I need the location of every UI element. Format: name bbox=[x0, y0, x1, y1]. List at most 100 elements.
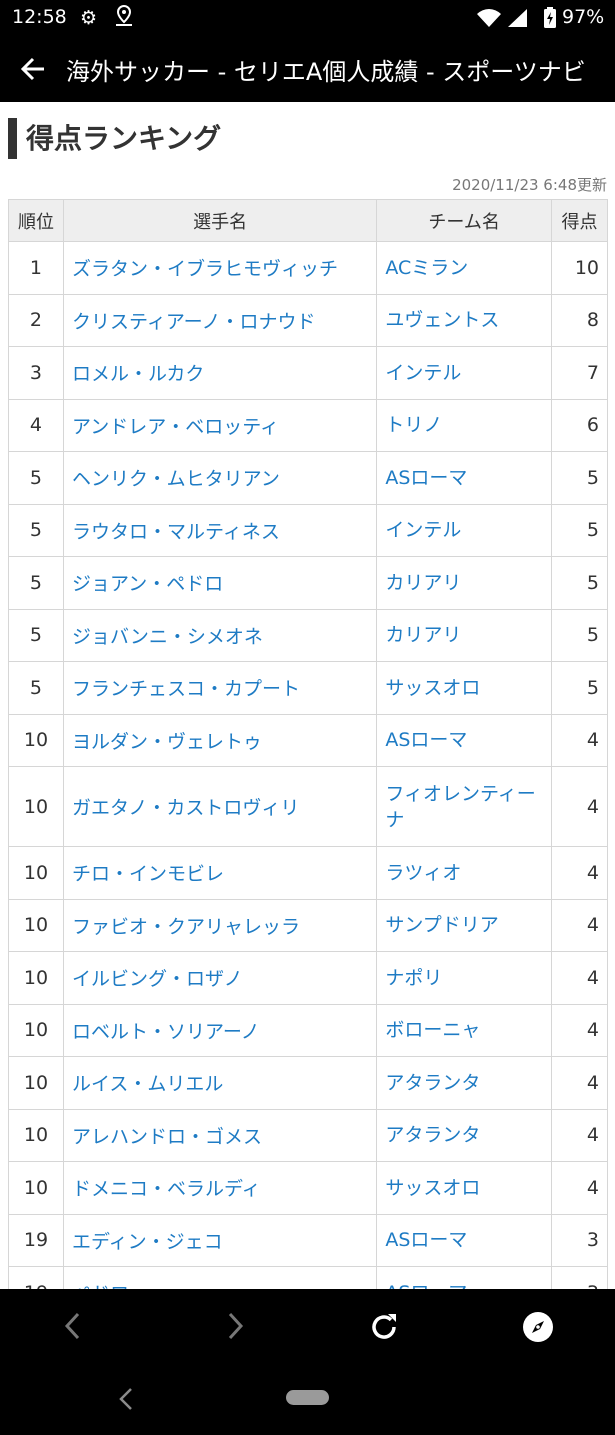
player-link[interactable]: ラウタロ・マルティネス bbox=[62, 503, 378, 557]
rank-cell: 3 bbox=[8, 346, 64, 400]
table-row: 4 アンドレア・ベロッティ トリノ 6 bbox=[8, 398, 608, 452]
rank-cell: 10 bbox=[8, 898, 64, 952]
forward-arrow-icon[interactable] bbox=[222, 1311, 248, 1345]
table-row: 10 アレハンドロ・ゴメス アタランタ 4 bbox=[8, 1108, 608, 1162]
team-link[interactable]: ACミラン bbox=[376, 241, 552, 295]
team-link[interactable]: ボローニャ bbox=[376, 1003, 552, 1057]
status-bar: 12:58 ⚙ 97% bbox=[0, 0, 615, 36]
goals-cell: 4 bbox=[551, 1108, 608, 1162]
player-link[interactable]: ルイス・ムリエル bbox=[62, 1056, 378, 1110]
team-link[interactable]: カリアリ bbox=[376, 608, 552, 662]
table-row: 19 ペドロ ASローマ 3 bbox=[8, 1266, 608, 1289]
gear-icon: ⚙ bbox=[80, 7, 98, 29]
team-link[interactable]: トリノ bbox=[376, 398, 552, 452]
goals-cell: 4 bbox=[551, 846, 608, 900]
team-link[interactable]: ASローマ bbox=[376, 451, 552, 505]
table-row: 5 フランチェスコ・カプート サッスオロ 5 bbox=[8, 661, 608, 715]
team-link[interactable]: ASローマ bbox=[376, 1266, 552, 1289]
heading-accent-bar bbox=[8, 118, 17, 159]
team-link[interactable]: インテル bbox=[376, 503, 552, 557]
table-row: 10 ガエタノ・カストロヴィリ フィオレンティーナ 4 bbox=[8, 766, 608, 847]
player-link[interactable]: ペドロ bbox=[62, 1266, 378, 1289]
table-row: 10 ファビオ・クアリャレッラ サンプドリア 4 bbox=[8, 898, 608, 952]
team-link[interactable]: サンプドリア bbox=[376, 898, 552, 952]
location-icon bbox=[114, 4, 134, 31]
player-link[interactable]: ヨルダン・ヴェレトゥ bbox=[62, 713, 378, 767]
app-bar: 海外サッカー - セリエA個人成績 - スポーツナビ bbox=[0, 36, 615, 102]
team-link[interactable]: サッスオロ bbox=[376, 1161, 552, 1215]
goals-cell: 8 bbox=[551, 293, 608, 347]
player-link[interactable]: フランチェスコ・カプート bbox=[62, 661, 378, 715]
rank-cell: 5 bbox=[8, 608, 64, 662]
team-link[interactable]: ASローマ bbox=[376, 1213, 552, 1267]
table-row: 10 ロベルト・ソリアーノ ボローニャ 4 bbox=[8, 1003, 608, 1057]
table-row: 5 ヘンリク・ムヒタリアン ASローマ 5 bbox=[8, 451, 608, 505]
goals-cell: 10 bbox=[551, 241, 608, 295]
team-link[interactable]: ユヴェントス bbox=[376, 293, 552, 347]
header-rank: 順位 bbox=[8, 199, 64, 242]
rank-cell: 4 bbox=[8, 398, 64, 452]
table-row: 10 チロ・インモビレ ラツィオ 4 bbox=[8, 846, 608, 900]
header-player: 選手名 bbox=[62, 199, 378, 242]
goals-cell: 3 bbox=[551, 1213, 608, 1267]
goals-cell: 5 bbox=[551, 661, 608, 715]
wifi-icon bbox=[476, 8, 502, 32]
rank-cell: 5 bbox=[8, 503, 64, 557]
team-link[interactable]: ラツィオ bbox=[376, 846, 552, 900]
header-goals: 得点 bbox=[551, 199, 608, 242]
page-title: 海外サッカー - セリエA個人成績 - スポーツナビ bbox=[66, 58, 586, 86]
player-link[interactable]: エディン・ジェコ bbox=[62, 1213, 378, 1267]
goals-cell: 3 bbox=[551, 1266, 608, 1289]
player-link[interactable]: ジョバンニ・シメオネ bbox=[62, 608, 378, 662]
player-link[interactable]: ロベルト・ソリアーノ bbox=[62, 1003, 378, 1057]
team-link[interactable]: サッスオロ bbox=[376, 661, 552, 715]
player-link[interactable]: ズラタン・イブラヒモヴィッチ bbox=[62, 241, 378, 295]
team-link[interactable]: フィオレンティーナ bbox=[376, 766, 552, 847]
player-link[interactable]: イルビング・ロザノ bbox=[62, 951, 378, 1005]
rank-cell: 2 bbox=[8, 293, 64, 347]
rank-cell: 10 bbox=[8, 1108, 64, 1162]
nav-back-icon[interactable] bbox=[116, 1386, 136, 1416]
player-link[interactable]: ヘンリク・ムヒタリアン bbox=[62, 451, 378, 505]
player-link[interactable]: ドメニコ・ベラルディ bbox=[62, 1161, 378, 1215]
table-row: 1 ズラタン・イブラヒモヴィッチ ACミラン 10 bbox=[8, 241, 608, 295]
team-link[interactable]: カリアリ bbox=[376, 556, 552, 610]
team-link[interactable]: アタランタ bbox=[376, 1108, 552, 1162]
table-row: 19 エディン・ジェコ ASローマ 3 bbox=[8, 1213, 608, 1267]
rank-cell: 10 bbox=[8, 846, 64, 900]
player-link[interactable]: アンドレア・ベロッティ bbox=[62, 398, 378, 452]
system-nav-bar bbox=[0, 1364, 615, 1435]
table-row: 10 イルビング・ロザノ ナポリ 4 bbox=[8, 951, 608, 1005]
rank-cell: 10 bbox=[8, 1056, 64, 1110]
goals-cell: 4 bbox=[551, 951, 608, 1005]
player-link[interactable]: ロメル・ルカク bbox=[62, 346, 378, 400]
player-link[interactable]: ガエタノ・カストロヴィリ bbox=[62, 766, 378, 847]
back-arrow-icon[interactable] bbox=[60, 1311, 86, 1345]
player-link[interactable]: ファビオ・クアリャレッラ bbox=[62, 898, 378, 952]
back-arrow-icon[interactable] bbox=[20, 56, 46, 86]
compass-icon[interactable] bbox=[522, 1311, 554, 1347]
table-header-row: 順位 選手名 チーム名 得点 bbox=[8, 199, 608, 242]
header-team: チーム名 bbox=[376, 199, 552, 242]
goals-cell: 4 bbox=[551, 766, 608, 847]
team-link[interactable]: ナポリ bbox=[376, 951, 552, 1005]
table-row: 10 ドメニコ・ベラルディ サッスオロ 4 bbox=[8, 1161, 608, 1215]
ranking-table: 順位 選手名 チーム名 得点 1 ズラタン・イブラヒモヴィッチ ACミラン 10… bbox=[8, 199, 608, 1289]
goals-cell: 6 bbox=[551, 398, 608, 452]
rank-cell: 10 bbox=[8, 766, 64, 847]
battery-percent: 97% bbox=[562, 6, 605, 28]
table-row: 10 ヨルダン・ヴェレトゥ ASローマ 4 bbox=[8, 713, 608, 767]
team-link[interactable]: ASローマ bbox=[376, 713, 552, 767]
goals-cell: 4 bbox=[551, 1003, 608, 1057]
rank-cell: 5 bbox=[8, 556, 64, 610]
team-link[interactable]: アタランタ bbox=[376, 1056, 552, 1110]
player-link[interactable]: アレハンドロ・ゴメス bbox=[62, 1108, 378, 1162]
player-link[interactable]: チロ・インモビレ bbox=[62, 846, 378, 900]
table-row: 2 クリスティアーノ・ロナウド ユヴェントス 8 bbox=[8, 293, 608, 347]
reload-icon[interactable] bbox=[368, 1311, 400, 1347]
home-pill[interactable] bbox=[286, 1390, 329, 1405]
battery-icon bbox=[543, 7, 557, 33]
player-link[interactable]: クリスティアーノ・ロナウド bbox=[62, 293, 378, 347]
player-link[interactable]: ジョアン・ペドロ bbox=[62, 556, 378, 610]
team-link[interactable]: インテル bbox=[376, 346, 552, 400]
